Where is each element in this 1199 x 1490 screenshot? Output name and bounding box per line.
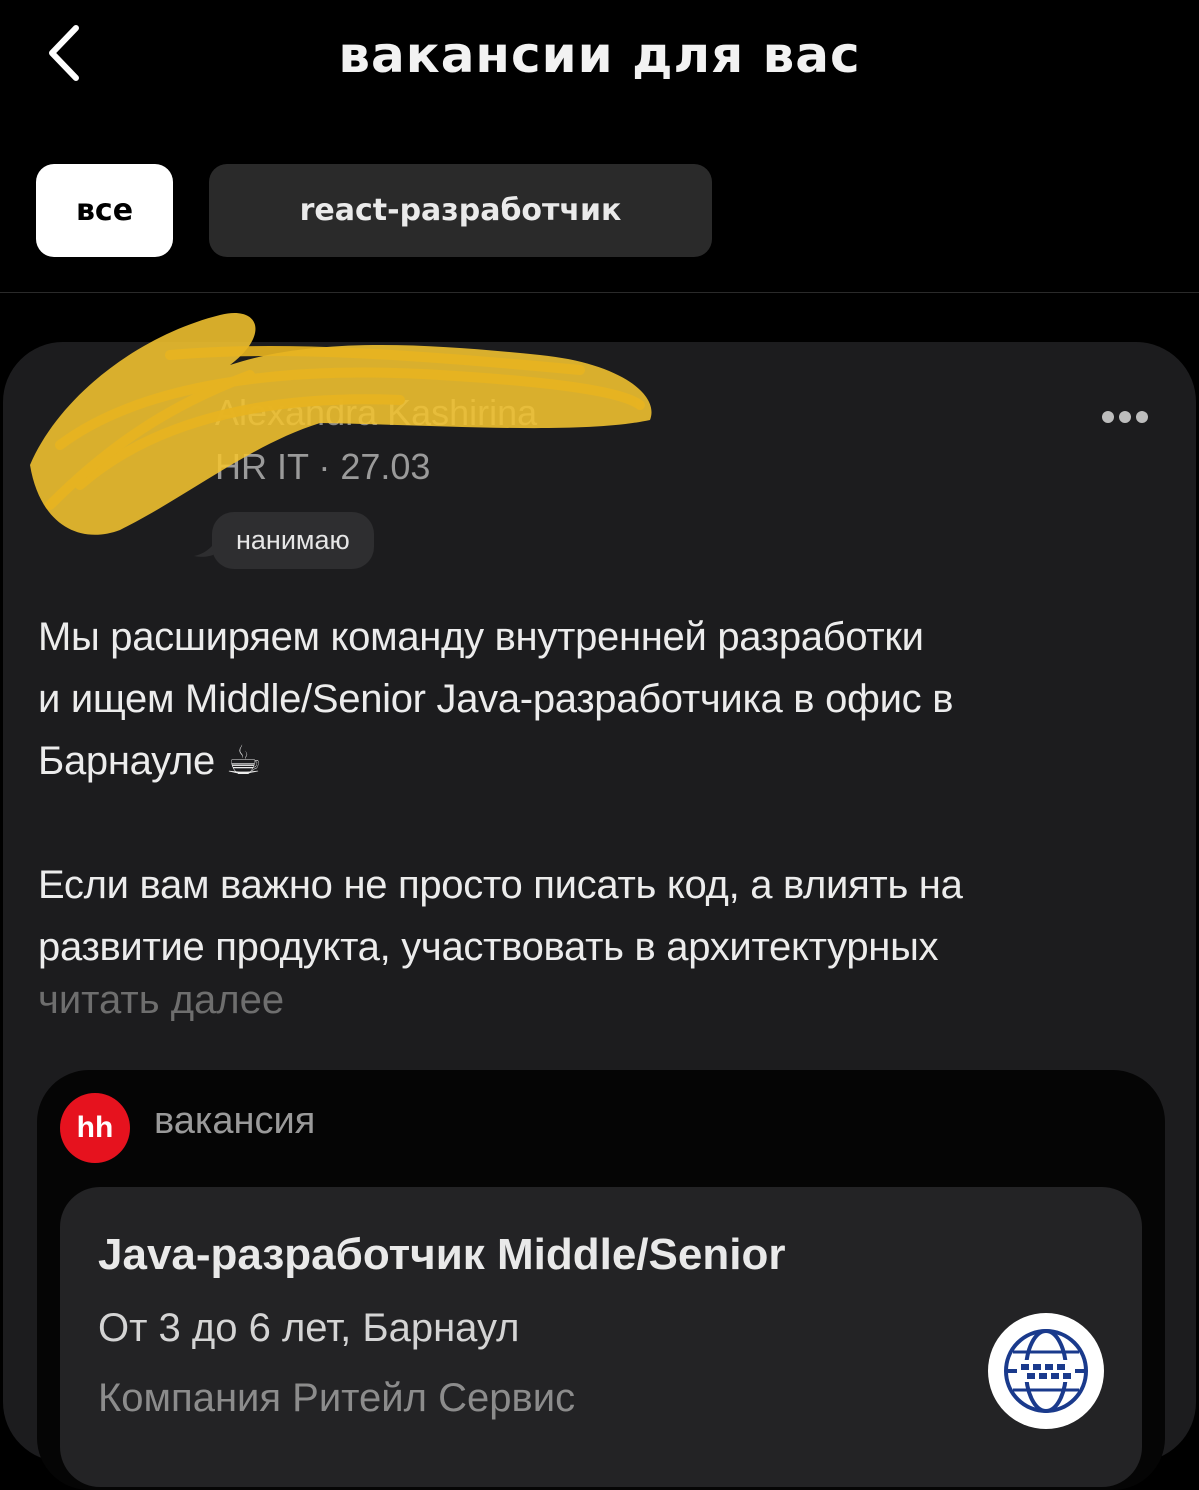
- vacancy-company: Компания Ритейл Сервис: [98, 1376, 576, 1420]
- post-text: Мы расширяем команду внутренней разработ…: [38, 606, 1148, 978]
- read-more-link[interactable]: читать далее: [38, 978, 284, 1023]
- post-text-line: Барнауле ☕: [38, 739, 262, 783]
- hiring-badge: нанимаю: [212, 512, 374, 569]
- page-title: вакансии для вас: [338, 26, 861, 84]
- company-logo-icon: [988, 1313, 1104, 1429]
- header-bar: вакансии для вас: [0, 0, 1199, 110]
- post-text-line: Если вам важно не просто писать код, а в…: [38, 863, 963, 907]
- post-text-line: развитие продукта, участвовать в архитек…: [38, 925, 939, 969]
- hh-logo-icon: hh: [60, 1093, 130, 1163]
- post-text-line: и ищем Middle/Senior Java-разработчика в…: [38, 677, 954, 721]
- post-text-line: Мы расширяем команду внутренней разработ…: [38, 615, 924, 659]
- vacancy-title[interactable]: Java-разработчик Middle/Senior: [98, 1230, 785, 1280]
- vacancy-source-label: вакансия: [154, 1100, 316, 1142]
- filter-chip-all[interactable]: все: [36, 164, 173, 257]
- vacancy-experience-city: От 3 до 6 лет, Барнаул: [98, 1306, 520, 1350]
- divider: [0, 292, 1199, 293]
- filter-chip-react[interactable]: react-разработчик: [209, 164, 712, 257]
- more-options-button[interactable]: [1100, 408, 1150, 426]
- filter-chips: все react-разработчик: [36, 164, 712, 257]
- more-horizontal-icon: [1102, 411, 1148, 423]
